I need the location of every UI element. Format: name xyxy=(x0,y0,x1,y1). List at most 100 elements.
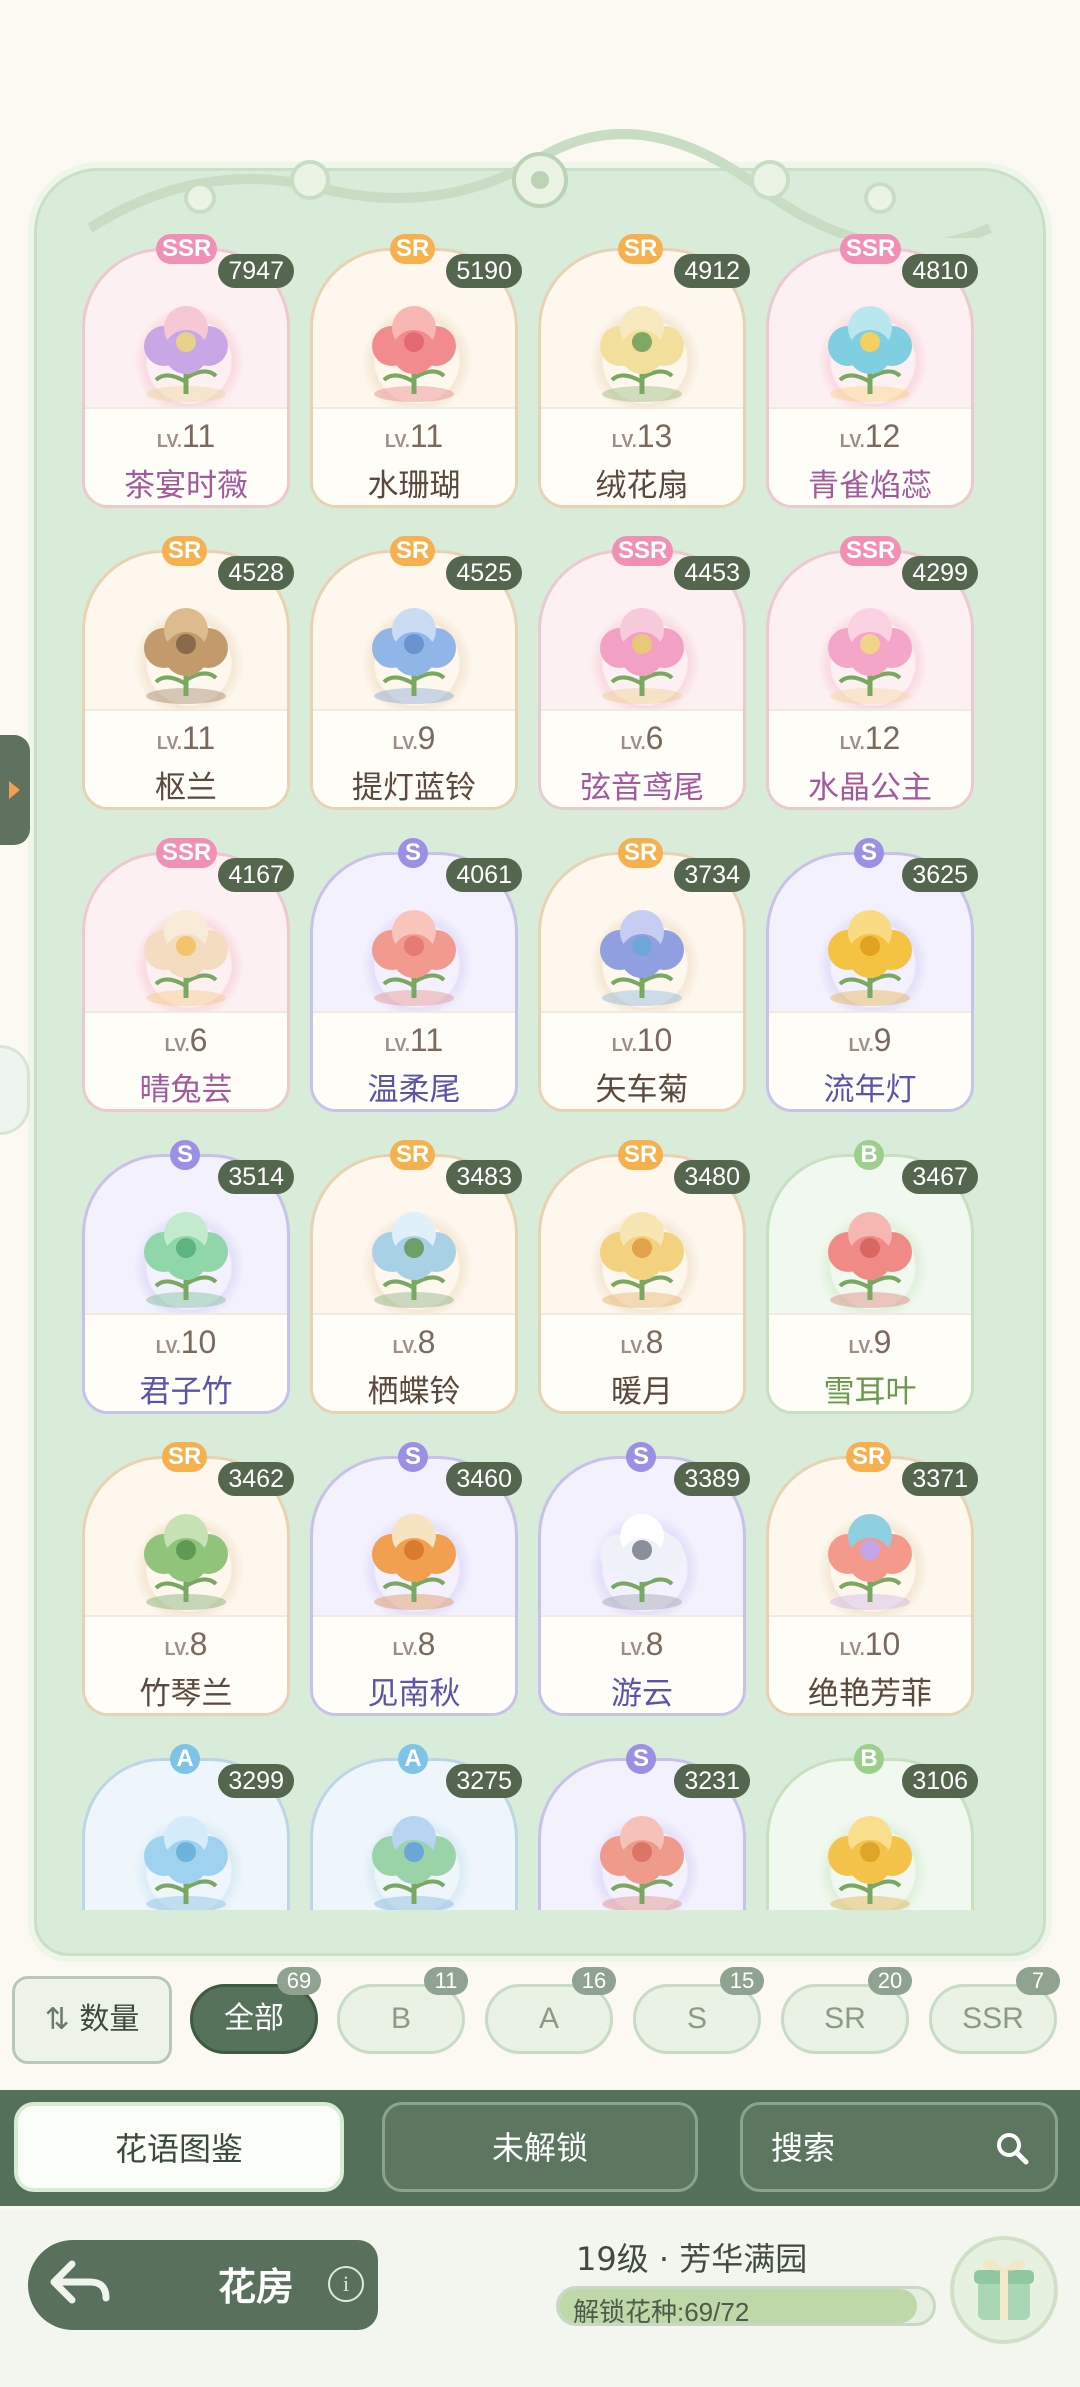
rarity-badge: SSR xyxy=(156,234,218,264)
gift-box-icon[interactable] xyxy=(948,2234,1060,2346)
level-prefix: LV. xyxy=(848,1337,874,1357)
flower-level: LV.6 xyxy=(82,1022,290,1059)
flower-card[interactable]: SR 3462 LV.8 竹琴兰 xyxy=(82,1436,294,1716)
back-button[interactable]: 花房 i xyxy=(28,2240,378,2330)
flower-card[interactable]: A 3275 xyxy=(310,1738,522,1910)
greenhouse-footer: 花房 i 19级 · 芳华满园 解锁花种:69/72 xyxy=(0,2210,1080,2387)
golden-peony-icon xyxy=(828,1816,912,1910)
rarity-badge: SR xyxy=(162,536,208,566)
rarity-badge: SSR xyxy=(156,838,218,868)
rarity-badge: SR xyxy=(390,234,436,264)
flower-card[interactable]: SR 4528 LV.11 枢兰 xyxy=(82,530,294,810)
flower-count: 3460 xyxy=(446,1462,522,1496)
filter-chip-label: 全部 xyxy=(224,2002,284,2035)
flower-card[interactable]: S 4061 LV.11 温柔尾 xyxy=(310,832,522,1112)
filter-chip[interactable]: SSR 7 xyxy=(929,1967,1060,2054)
level-prefix: LV. xyxy=(848,1035,874,1055)
filter-chip[interactable]: B 11 xyxy=(337,1967,468,2054)
coral-flower-icon xyxy=(372,306,456,402)
rarity-badge: S xyxy=(626,1442,656,1472)
flower-name: 绝艳芳菲 xyxy=(808,1676,932,1712)
rarity-badge: SR xyxy=(390,536,436,566)
rarity-badge: A xyxy=(398,1744,428,1774)
carnation-icon xyxy=(600,1816,684,1910)
flower-level: LV.10 xyxy=(766,1626,974,1663)
flower-card[interactable]: SSR 4167 LV.6 晴兔芸 xyxy=(82,832,294,1112)
filter-chip[interactable]: 全部 69 xyxy=(190,1967,321,2054)
flower-count: 5190 xyxy=(446,254,522,288)
hydrangea-icon xyxy=(372,1816,456,1910)
flower-count: 3483 xyxy=(446,1160,522,1194)
flower-level: LV.12 xyxy=(766,720,974,757)
level-prefix: LV. xyxy=(164,1639,190,1659)
flower-level: LV.8 xyxy=(310,1626,518,1663)
flower-card[interactable]: SR 3480 LV.8 暖月 xyxy=(538,1134,750,1414)
sort-label: 数量 xyxy=(79,2002,140,2037)
flower-card[interactable]: S 3389 LV.8 游云 xyxy=(538,1436,750,1716)
flower-card[interactable]: SSR 7947 LV.11 茶宴时薇 xyxy=(82,228,294,508)
info-icon[interactable]: i xyxy=(328,2266,364,2302)
rarity-badge: B xyxy=(854,1744,884,1774)
flower-card[interactable]: SR 3371 LV.10 绝艳芳菲 xyxy=(766,1436,978,1716)
side-drawer-toggle[interactable] xyxy=(0,735,30,845)
rarity-badge: B xyxy=(854,1140,884,1170)
rarity-badge: S xyxy=(398,1442,428,1472)
flower-card[interactable]: S 3514 LV.10 君子竹 xyxy=(82,1134,294,1414)
coral-fern-icon xyxy=(372,910,456,1006)
flower-count: 3467 xyxy=(902,1160,978,1194)
rainbow-rose-icon xyxy=(828,1514,912,1610)
flower-card[interactable]: SSR 4299 LV.12 水晶公主 xyxy=(766,530,978,810)
flower-card[interactable]: SR 4912 LV.13 绒花扇 xyxy=(538,228,750,508)
flower-count: 4061 xyxy=(446,858,522,892)
flower-count: 3231 xyxy=(674,1764,750,1798)
sort-by-count-button[interactable]: ⇅ 数量 xyxy=(12,1976,172,2064)
flower-level: LV.9 xyxy=(766,1022,974,1059)
flower-name: 矢车菊 xyxy=(595,1072,689,1108)
search-icon xyxy=(997,2133,1029,2165)
flower-album-frame: SSR 7947 LV.11 茶宴时薇 SR 5190 LV.11 水珊瑚 SR… xyxy=(28,162,1052,1962)
flower-card[interactable]: B 3106 xyxy=(766,1738,978,1910)
filter-chip[interactable]: A 16 xyxy=(485,1967,616,2054)
level-prefix: LV. xyxy=(392,1639,418,1659)
flower-card[interactable]: SR 3483 LV.8 栖蝶铃 xyxy=(310,1134,522,1414)
rarity-badge: S xyxy=(854,838,884,868)
flower-name: 游云 xyxy=(611,1676,673,1712)
flower-card[interactable]: SR 3734 LV.10 矢车菊 xyxy=(538,832,750,1112)
flower-name: 青雀焰蕊 xyxy=(808,468,932,504)
flower-card[interactable]: SR 5190 LV.11 水珊瑚 xyxy=(310,228,522,508)
flower-card[interactable]: S 3231 xyxy=(538,1738,750,1910)
flower-card[interactable]: SSR 4453 LV.6 弦音鸢尾 xyxy=(538,530,750,810)
filter-chip-count: 7 xyxy=(1016,1967,1060,1995)
flower-grid[interactable]: SSR 7947 LV.11 茶宴时薇 SR 5190 LV.11 水珊瑚 SR… xyxy=(34,168,1046,1910)
level-prefix: LV. xyxy=(611,1035,637,1055)
flower-card[interactable]: S 3625 LV.9 流年灯 xyxy=(766,832,978,1112)
filter-chip-count: 20 xyxy=(868,1967,912,1995)
bluebell-icon xyxy=(372,608,456,704)
butterfly-bell-icon xyxy=(372,1212,456,1308)
level-prefix: LV. xyxy=(384,431,410,451)
filter-chip-count: 11 xyxy=(424,1967,468,1995)
flower-count: 3275 xyxy=(446,1764,522,1798)
tab-locked[interactable]: 未解锁 xyxy=(382,2102,698,2192)
peacock-flower-icon xyxy=(828,306,912,402)
flower-count: 3389 xyxy=(674,1462,750,1496)
side-floating-button[interactable] xyxy=(0,1045,30,1135)
flower-level: LV.8 xyxy=(538,1626,746,1663)
flower-name: 君子竹 xyxy=(139,1374,233,1410)
rarity-badge: SR xyxy=(162,1442,208,1472)
filter-chip-label: SSR xyxy=(962,2002,1024,2035)
filter-chip[interactable]: SR 20 xyxy=(781,1967,912,2054)
flower-card[interactable]: S 3460 LV.8 见南秋 xyxy=(310,1436,522,1716)
flower-card[interactable]: SR 4525 LV.9 提灯蓝铃 xyxy=(310,530,522,810)
filter-chip[interactable]: S 15 xyxy=(633,1967,764,2054)
tab-locked-label: 未解锁 xyxy=(491,2129,588,2167)
flower-count: 4525 xyxy=(446,556,522,590)
flower-card[interactable]: A 3299 xyxy=(82,1738,294,1910)
level-value: 6 xyxy=(189,1022,208,1058)
tab-flower-collection[interactable]: 花语图鉴 xyxy=(14,2102,344,2192)
search-button[interactable]: 搜索 xyxy=(740,2102,1058,2192)
flower-level: LV.9 xyxy=(310,720,518,757)
flower-count: 3462 xyxy=(218,1462,294,1496)
flower-card[interactable]: B 3467 LV.9 雪耳叶 xyxy=(766,1134,978,1414)
flower-card[interactable]: SSR 4810 LV.12 青雀焰蕊 xyxy=(766,228,978,508)
